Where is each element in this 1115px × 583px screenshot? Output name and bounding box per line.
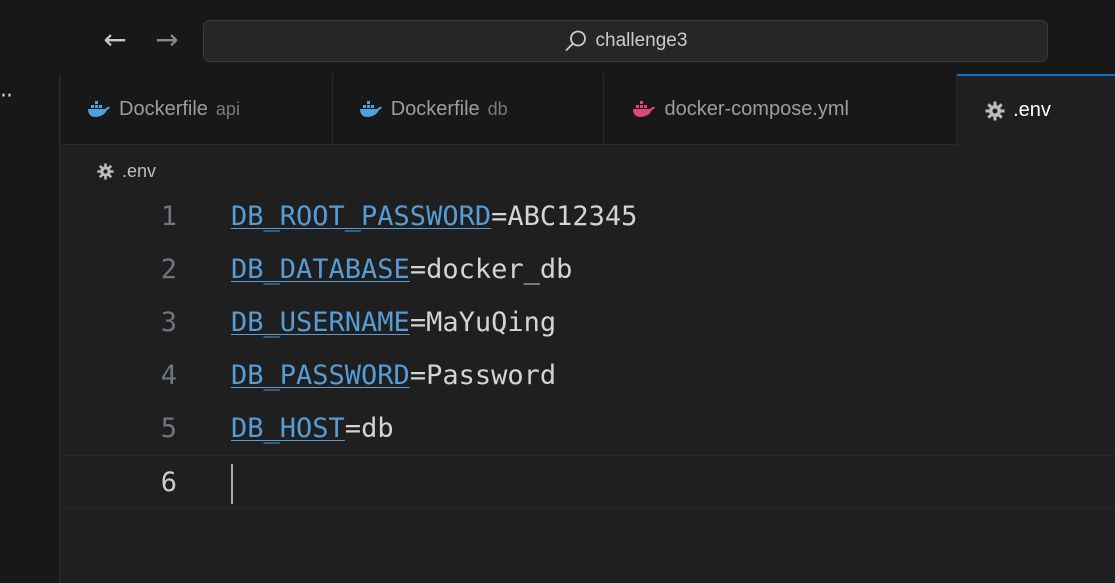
search-label: challenge3 <box>595 30 688 51</box>
code-line: 2 DB_DATABASE=docker_db <box>61 243 1115 296</box>
line-number: 4 <box>160 360 177 391</box>
line-number: 1 <box>160 201 177 232</box>
forward-arrow-icon[interactable]: → <box>150 20 184 60</box>
env-equals: = <box>409 307 427 338</box>
title-bar: ← → challenge3 <box>0 0 1115 74</box>
code-editor[interactable]: 1 DB_ROOT_PASSWORD=ABC12345 2 DB_DATABAS… <box>61 190 1115 583</box>
tab-env[interactable]: .env <box>957 74 1115 145</box>
breadcrumb[interactable]: .env <box>97 156 156 186</box>
activity-bar <box>0 74 60 583</box>
env-value: docker_db <box>426 254 573 285</box>
env-value: Password <box>426 360 557 391</box>
tab-label: Dockerfile <box>119 97 208 120</box>
code-line: 5 DB_HOST=db <box>61 402 1115 455</box>
env-equals: = <box>344 413 362 444</box>
docker-icon <box>87 100 111 118</box>
docker-icon <box>632 100 656 118</box>
env-value: ABC12345 <box>507 201 638 232</box>
code-line: 1 DB_ROOT_PASSWORD=ABC12345 <box>61 190 1115 243</box>
code-line: 3 DB_USERNAME=MaYuQing <box>61 296 1115 349</box>
tab-dockerfile-db[interactable]: Dockerfile db <box>332 74 605 144</box>
docker-icon <box>359 100 383 118</box>
gear-icon <box>97 162 114 180</box>
env-equals: = <box>491 201 508 232</box>
line-number: 5 <box>160 413 177 444</box>
tab-description: api <box>215 98 240 119</box>
tab-dockerfile-api[interactable]: Dockerfile api <box>61 74 333 144</box>
line-number: 3 <box>160 307 177 338</box>
breadcrumb-label: .env <box>122 160 157 181</box>
search-icon <box>565 30 586 51</box>
code-line: 4 DB_PASSWORD=Password <box>61 349 1115 402</box>
more-actions-icon[interactable]: ·· <box>0 86 40 116</box>
line-number: 2 <box>160 254 177 285</box>
gear-icon <box>985 101 1005 121</box>
env-value: MaYuQing <box>426 307 557 338</box>
text-cursor <box>231 464 233 504</box>
tab-docker-compose[interactable]: docker-compose.yml <box>604 74 958 144</box>
env-equals: = <box>409 360 427 391</box>
back-arrow-icon[interactable]: ← <box>98 20 132 60</box>
env-value: db <box>361 413 394 444</box>
tab-description: db <box>487 98 508 119</box>
env-equals: = <box>409 254 427 285</box>
editor-tab-bar: Dockerfile api Dockerfile db docker-comp… <box>61 74 1115 145</box>
env-key: DB_PASSWORD <box>231 360 410 391</box>
line-number: 6 <box>160 467 177 498</box>
env-key: DB_ROOT_PASSWORD <box>231 201 492 232</box>
env-key: DB_DATABASE <box>231 254 410 285</box>
env-key: DB_USERNAME <box>231 307 410 338</box>
command-center-search[interactable]: challenge3 <box>203 20 1048 62</box>
env-key: DB_HOST <box>231 413 345 444</box>
tab-label: .env <box>1013 99 1051 121</box>
tab-label: Dockerfile <box>390 97 480 120</box>
current-code-line[interactable]: 6 <box>61 455 1115 508</box>
tab-label: docker-compose.yml <box>664 97 849 120</box>
